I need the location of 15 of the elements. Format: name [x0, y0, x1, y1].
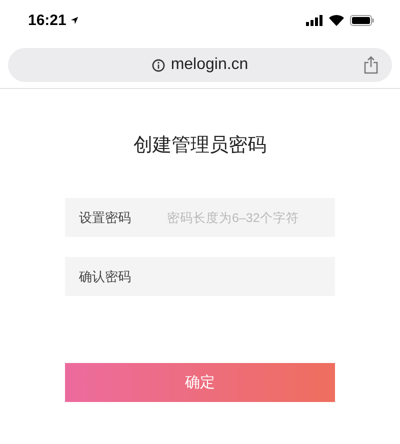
url-text: melogin.cn [170, 56, 248, 74]
field-label: 确认密码 [79, 268, 132, 286]
password-field[interactable]: 设置密码 密码长度为6–32个字符 [65, 198, 335, 237]
share-icon[interactable] [364, 56, 378, 74]
address-bar[interactable]: melogin.cn [8, 48, 392, 82]
signal-icon [306, 14, 323, 26]
password-input[interactable]: 密码长度为6–32个字符 [167, 198, 335, 237]
password-field[interactable]: 确认密码 [65, 257, 335, 296]
info-icon [152, 58, 165, 72]
battery-icon [350, 14, 374, 26]
status-time: 16:21 [28, 12, 66, 28]
page-title: 创建管理员密码 [134, 134, 266, 158]
field-label: 设置密码 [79, 208, 132, 226]
location-arrow-icon [70, 16, 80, 24]
wifi-icon [329, 14, 344, 26]
